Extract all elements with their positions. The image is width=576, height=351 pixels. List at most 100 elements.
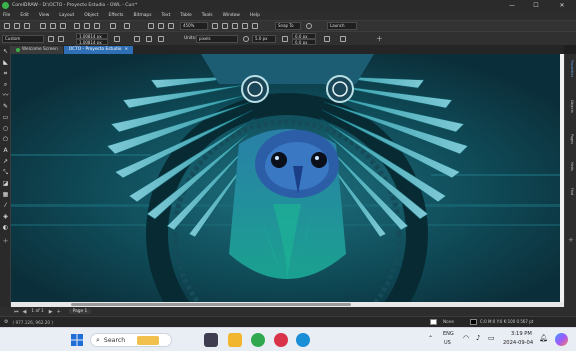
- close-button[interactable]: ✕: [548, 0, 576, 11]
- taskbar-search-box[interactable]: ⌕ Search: [90, 333, 172, 347]
- nudge-distance-field[interactable]: 5.0 px: [252, 35, 276, 43]
- pick-tool-icon[interactable]: ↖: [2, 48, 9, 55]
- treat-as-filled-icon[interactable]: [324, 36, 330, 42]
- add-plus-icon[interactable]: +: [376, 34, 383, 43]
- crop-tool-icon[interactable]: ⌗: [2, 70, 9, 77]
- snap-to-dropdown[interactable]: Snap To: [275, 22, 301, 30]
- minimize-button[interactable]: —: [500, 0, 524, 11]
- menu-window[interactable]: Window: [223, 13, 240, 18]
- rulers-icon[interactable]: [222, 23, 228, 29]
- outline-swatch-icon[interactable]: [470, 319, 477, 325]
- import-icon[interactable]: [40, 23, 46, 29]
- coreldraw-taskbar-icon[interactable]: [251, 333, 265, 347]
- interactive-fill-icon[interactable]: ◈: [2, 213, 9, 220]
- menu-text[interactable]: Text: [161, 13, 170, 18]
- print-icon[interactable]: [60, 23, 66, 29]
- export-icon[interactable]: [50, 23, 56, 29]
- quick-customize-icon[interactable]: [340, 36, 346, 42]
- close-tab-icon[interactable]: ×: [124, 46, 128, 54]
- menu-edit[interactable]: Edit: [20, 13, 29, 18]
- add-tool-plus-icon[interactable]: +: [2, 238, 9, 245]
- cut-icon[interactable]: [74, 23, 80, 29]
- docker-tab-hints[interactable]: Hints: [567, 162, 574, 171]
- next-page-icon[interactable]: ▶: [49, 309, 53, 315]
- app-icon-red[interactable]: [274, 333, 288, 347]
- new-document-icon[interactable]: [4, 23, 10, 29]
- docker-tab-pages[interactable]: Pages: [567, 134, 574, 144]
- battery-icon[interactable]: ▭: [488, 334, 495, 342]
- menu-object[interactable]: Object: [84, 13, 98, 18]
- open-folder-icon[interactable]: [14, 23, 20, 29]
- app-icon-blue[interactable]: [296, 333, 310, 347]
- add-page-icon[interactable]: +: [57, 309, 61, 315]
- shape-tool-icon[interactable]: ◣: [2, 59, 9, 66]
- launch-dropdown[interactable]: Launch: [327, 22, 357, 30]
- menu-file[interactable]: File: [3, 13, 10, 18]
- rectangle-tool-icon[interactable]: ▭: [2, 114, 9, 121]
- smart-fill-icon[interactable]: ◐: [2, 224, 9, 231]
- zoom-out-icon[interactable]: [158, 23, 164, 29]
- options-gear-icon[interactable]: [306, 23, 312, 29]
- zoom-level-field[interactable]: 450%: [180, 22, 208, 30]
- redo-icon[interactable]: [124, 23, 130, 29]
- snap-icon[interactable]: [252, 23, 258, 29]
- docker-tab-find[interactable]: Find: [567, 188, 574, 195]
- landscape-icon[interactable]: [58, 36, 64, 42]
- show-hidden-icons-icon[interactable]: ⌃: [428, 335, 433, 342]
- first-page-icon[interactable]: ⏮: [14, 309, 19, 315]
- fill-swatch-icon[interactable]: [430, 319, 437, 325]
- maximize-button[interactable]: ☐: [524, 0, 548, 11]
- all-pages-icon[interactable]: [134, 36, 140, 42]
- portrait-icon[interactable]: [48, 36, 54, 42]
- page-preset-dropdown[interactable]: Custom: [2, 35, 44, 43]
- ellipse-tool-icon[interactable]: ○: [2, 125, 9, 132]
- drop-shadow-icon[interactable]: ◪: [2, 180, 9, 187]
- paste-icon[interactable]: [94, 23, 100, 29]
- artistic-media-icon[interactable]: ✎: [2, 103, 9, 110]
- page-tab[interactable]: Page 1: [68, 309, 92, 314]
- copy-icon[interactable]: [84, 23, 90, 29]
- notification-bell-icon[interactable]: 🔔︎: [539, 334, 548, 342]
- current-page-icon[interactable]: [146, 36, 152, 42]
- windows-start-icon[interactable]: [70, 333, 84, 347]
- tab-welcome-screen[interactable]: Welcome Screen: [11, 46, 63, 54]
- units-dropdown[interactable]: pixels: [196, 35, 238, 43]
- zoom-tool-icon[interactable]: ⌕: [2, 81, 9, 88]
- volume-icon[interactable]: ♪: [476, 334, 480, 342]
- previous-page-icon[interactable]: ◀: [23, 309, 27, 315]
- drawing-canvas[interactable]: [11, 54, 564, 302]
- menu-effects[interactable]: Effects: [109, 13, 124, 18]
- undo-icon[interactable]: [110, 23, 116, 29]
- clock-time[interactable]: 3:19 PM: [511, 331, 532, 337]
- menu-view[interactable]: View: [39, 13, 49, 18]
- parallel-dimension-icon[interactable]: ↗: [2, 158, 9, 165]
- save-icon[interactable]: [24, 23, 30, 29]
- grid-icon[interactable]: [232, 23, 238, 29]
- full-screen-icon[interactable]: [212, 23, 218, 29]
- menu-tools[interactable]: Tools: [202, 13, 213, 18]
- bleed-icon[interactable]: [158, 36, 164, 42]
- settings-gear-icon[interactable]: ⚙: [4, 319, 8, 325]
- menu-layout[interactable]: Layout: [59, 13, 74, 18]
- copilot-icon[interactable]: [555, 333, 568, 346]
- fit-page-icon[interactable]: [168, 23, 174, 29]
- guidelines-icon[interactable]: [242, 23, 248, 29]
- zoom-in-icon[interactable]: [148, 23, 154, 29]
- eyedropper-tool-icon[interactable]: ⁄: [2, 202, 9, 209]
- menu-table[interactable]: Table: [180, 13, 191, 18]
- text-tool-icon[interactable]: A: [2, 147, 9, 154]
- task-view-icon[interactable]: [204, 333, 218, 347]
- menu-bitmaps[interactable]: Bitmaps: [133, 13, 151, 18]
- connector-tool-icon[interactable]: ⤡: [2, 169, 9, 176]
- menu-help[interactable]: Help: [250, 13, 260, 18]
- lock-ratio-icon[interactable]: [114, 36, 120, 42]
- wifi-icon[interactable]: ◠: [463, 334, 469, 342]
- docker-tab-objects[interactable]: Objects: [567, 100, 574, 113]
- scrollbar-thumb[interactable]: [71, 303, 351, 306]
- transparency-tool-icon[interactable]: ▦: [2, 191, 9, 198]
- freehand-tool-icon[interactable]: 〰: [2, 92, 9, 99]
- polygon-tool-icon[interactable]: ⬠: [2, 136, 9, 143]
- docker-tab-properties[interactable]: Properties: [567, 60, 574, 77]
- file-explorer-icon[interactable]: [228, 333, 242, 347]
- tab-octo-proyecto-estudio[interactable]: OCTO - Proyecto Estudio ×: [63, 46, 134, 54]
